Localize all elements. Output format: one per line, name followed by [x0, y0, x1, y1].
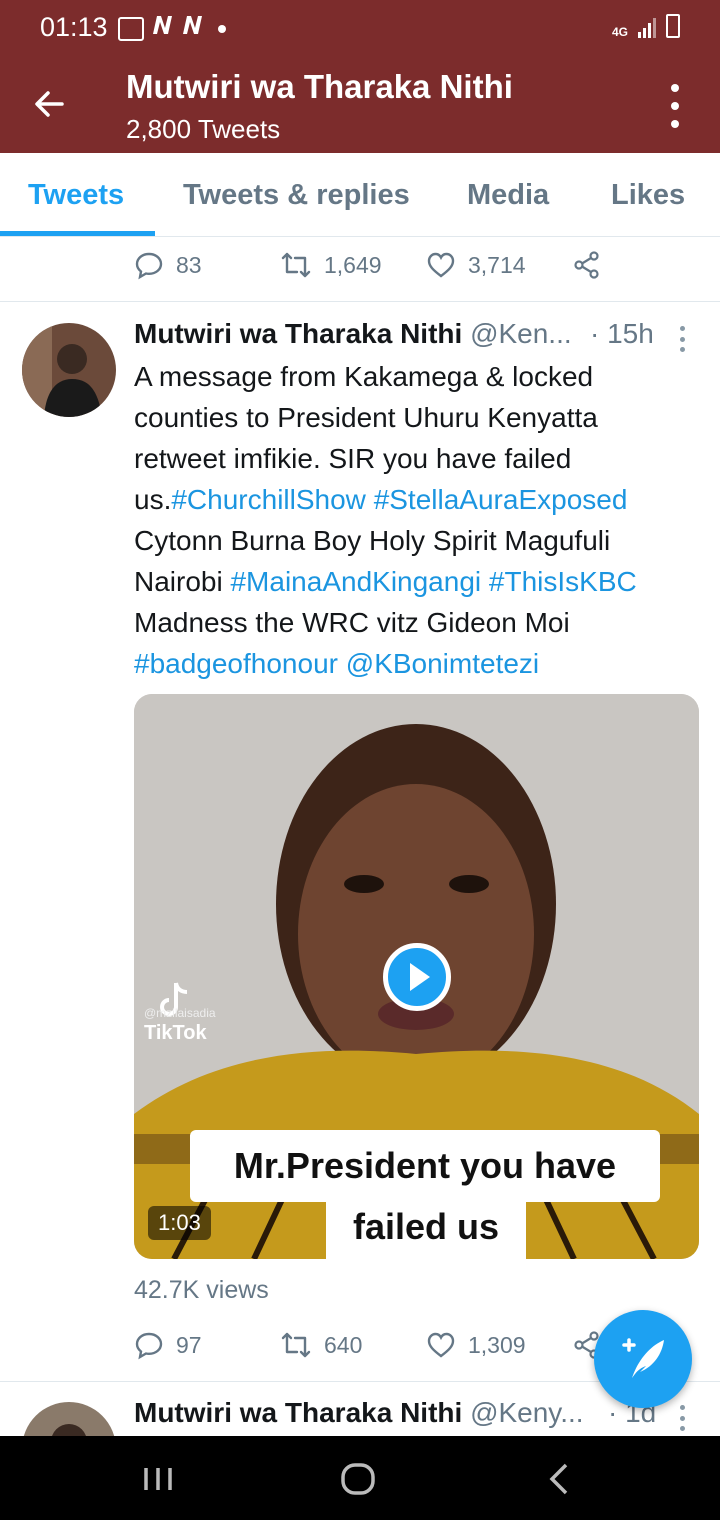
retweet-button[interactable]: 640: [280, 1330, 426, 1360]
author-handle: @Ken...: [470, 318, 572, 349]
reply-count: 97: [176, 1331, 202, 1358]
tiktok-username: @mzilaisadia: [144, 1006, 216, 1020]
like-button[interactable]: 1,309: [426, 1331, 572, 1359]
play-button[interactable]: [383, 943, 451, 1011]
hashtag-link[interactable]: #badgeofhonour: [134, 648, 338, 679]
tab-tweets[interactable]: Tweets: [28, 179, 124, 212]
more-vertical-icon: [680, 326, 685, 331]
retweet-icon: [281, 252, 311, 278]
tab-tweets-replies[interactable]: Tweets & replies: [183, 179, 410, 212]
profile-header: Mutwiri wa Tharaka Nithi 2,800 Tweets: [0, 56, 720, 153]
signal-icon: [638, 16, 656, 38]
tweet-text-segment: [366, 484, 374, 515]
tweet-menu-button[interactable]: [680, 326, 688, 352]
status-system-icons: 4G: [612, 14, 680, 38]
avatar[interactable]: [22, 323, 116, 417]
status-bar: 01:13 ​ ​ 4G: [0, 0, 720, 56]
view-count: 42.7K views: [134, 1276, 269, 1304]
video-caption-line1: Mr.President you have: [190, 1130, 660, 1202]
reply-button[interactable]: 83: [134, 250, 280, 280]
profile-name: Mutwiri wa Tharaka Nithi: [126, 68, 513, 105]
tweet-text-segment: [338, 648, 346, 679]
retweet-icon: [281, 1332, 311, 1358]
tweet-count: 2,800 Tweets: [126, 114, 281, 144]
hashtag-link[interactable]: @KBonimtetezi: [346, 648, 539, 679]
hashtag-link[interactable]: #StellaAuraExposed: [374, 484, 628, 515]
tweet-actions: 97 640 1,309: [134, 1330, 602, 1360]
n-icon: ​: [180, 14, 204, 43]
reply-icon: [135, 252, 163, 280]
active-tab-indicator: [0, 231, 155, 236]
hashtag-link[interactable]: #MainaAndKingangi: [230, 566, 481, 597]
video-caption-line2: failed us: [326, 1194, 526, 1259]
tweet-video[interactable]: TikTok @mzilaisadia Mr.President you hav…: [134, 694, 699, 1259]
android-nav-bar: [0, 1436, 720, 1520]
compose-tweet-icon: [622, 1338, 664, 1378]
n-icon: ​: [150, 14, 174, 43]
tab-media[interactable]: Media: [467, 179, 549, 212]
home-icon[interactable]: [338, 1462, 378, 1496]
retweet-count: 1,649: [324, 251, 382, 278]
share-icon: [574, 251, 599, 279]
tweet-text-segment: Madness the WRC vitz Gideon Moi: [134, 607, 570, 638]
tweet-author[interactable]: Mutwiri wa Tharaka Nithi @Ken...: [134, 318, 572, 350]
reply-button[interactable]: 97: [134, 1330, 280, 1360]
status-time: 01:13: [40, 12, 108, 42]
profile-tabs: Tweets Tweets & replies Media Likes: [0, 153, 720, 237]
reply-icon: [135, 1332, 163, 1360]
author-handle: @Keny...: [470, 1397, 584, 1428]
dot-icon: [218, 24, 226, 33]
like-button[interactable]: 3,714: [426, 251, 572, 279]
tab-likes[interactable]: Likes: [611, 179, 685, 212]
recent-apps-icon[interactable]: [138, 1462, 178, 1496]
hashtag-link[interactable]: #ChurchillShow: [171, 484, 366, 515]
heart-icon: [427, 1332, 455, 1358]
tweet-text: A message from Kakamega & locked countie…: [134, 356, 694, 684]
previous-tweet-actions: 83 1,649 3,714: [134, 250, 602, 280]
more-options-button[interactable]: [664, 84, 686, 128]
author-name: Mutwiri wa Tharaka Nithi: [134, 318, 463, 349]
retweet-button[interactable]: 1,649: [280, 250, 426, 280]
hashtag-link[interactable]: #ThisIsKBC: [489, 566, 637, 597]
author-name: Mutwiri wa Tharaka Nithi: [134, 1397, 463, 1428]
share-button[interactable]: [572, 250, 602, 280]
next-tweet-author[interactable]: Mutwiri wa Tharaka Nithi @Keny...: [134, 1397, 584, 1429]
heart-icon: [427, 252, 455, 278]
back-icon[interactable]: [540, 1462, 580, 1496]
reply-count: 83: [176, 251, 202, 278]
like-count: 3,714: [468, 251, 526, 278]
status-notification-icons: ​ ​: [118, 14, 226, 43]
tweet-divider: [0, 301, 720, 302]
tweet-text-segment: [481, 566, 489, 597]
retweet-count: 640: [324, 1331, 363, 1358]
like-count: 1,309: [468, 1331, 526, 1358]
compose-tweet-button[interactable]: [594, 1310, 692, 1408]
image-icon: [118, 16, 144, 41]
play-icon: [410, 963, 430, 991]
back-button[interactable]: [28, 82, 72, 126]
tweet-menu-button[interactable]: [680, 1405, 688, 1431]
video-duration: 1:03: [148, 1206, 211, 1240]
arrow-left-icon: [35, 91, 64, 117]
battery-icon: [666, 14, 680, 38]
tweet-time: · 15h: [590, 318, 654, 349]
more-vertical-icon: [671, 84, 679, 92]
network-type-label: 4G: [611, 25, 628, 39]
